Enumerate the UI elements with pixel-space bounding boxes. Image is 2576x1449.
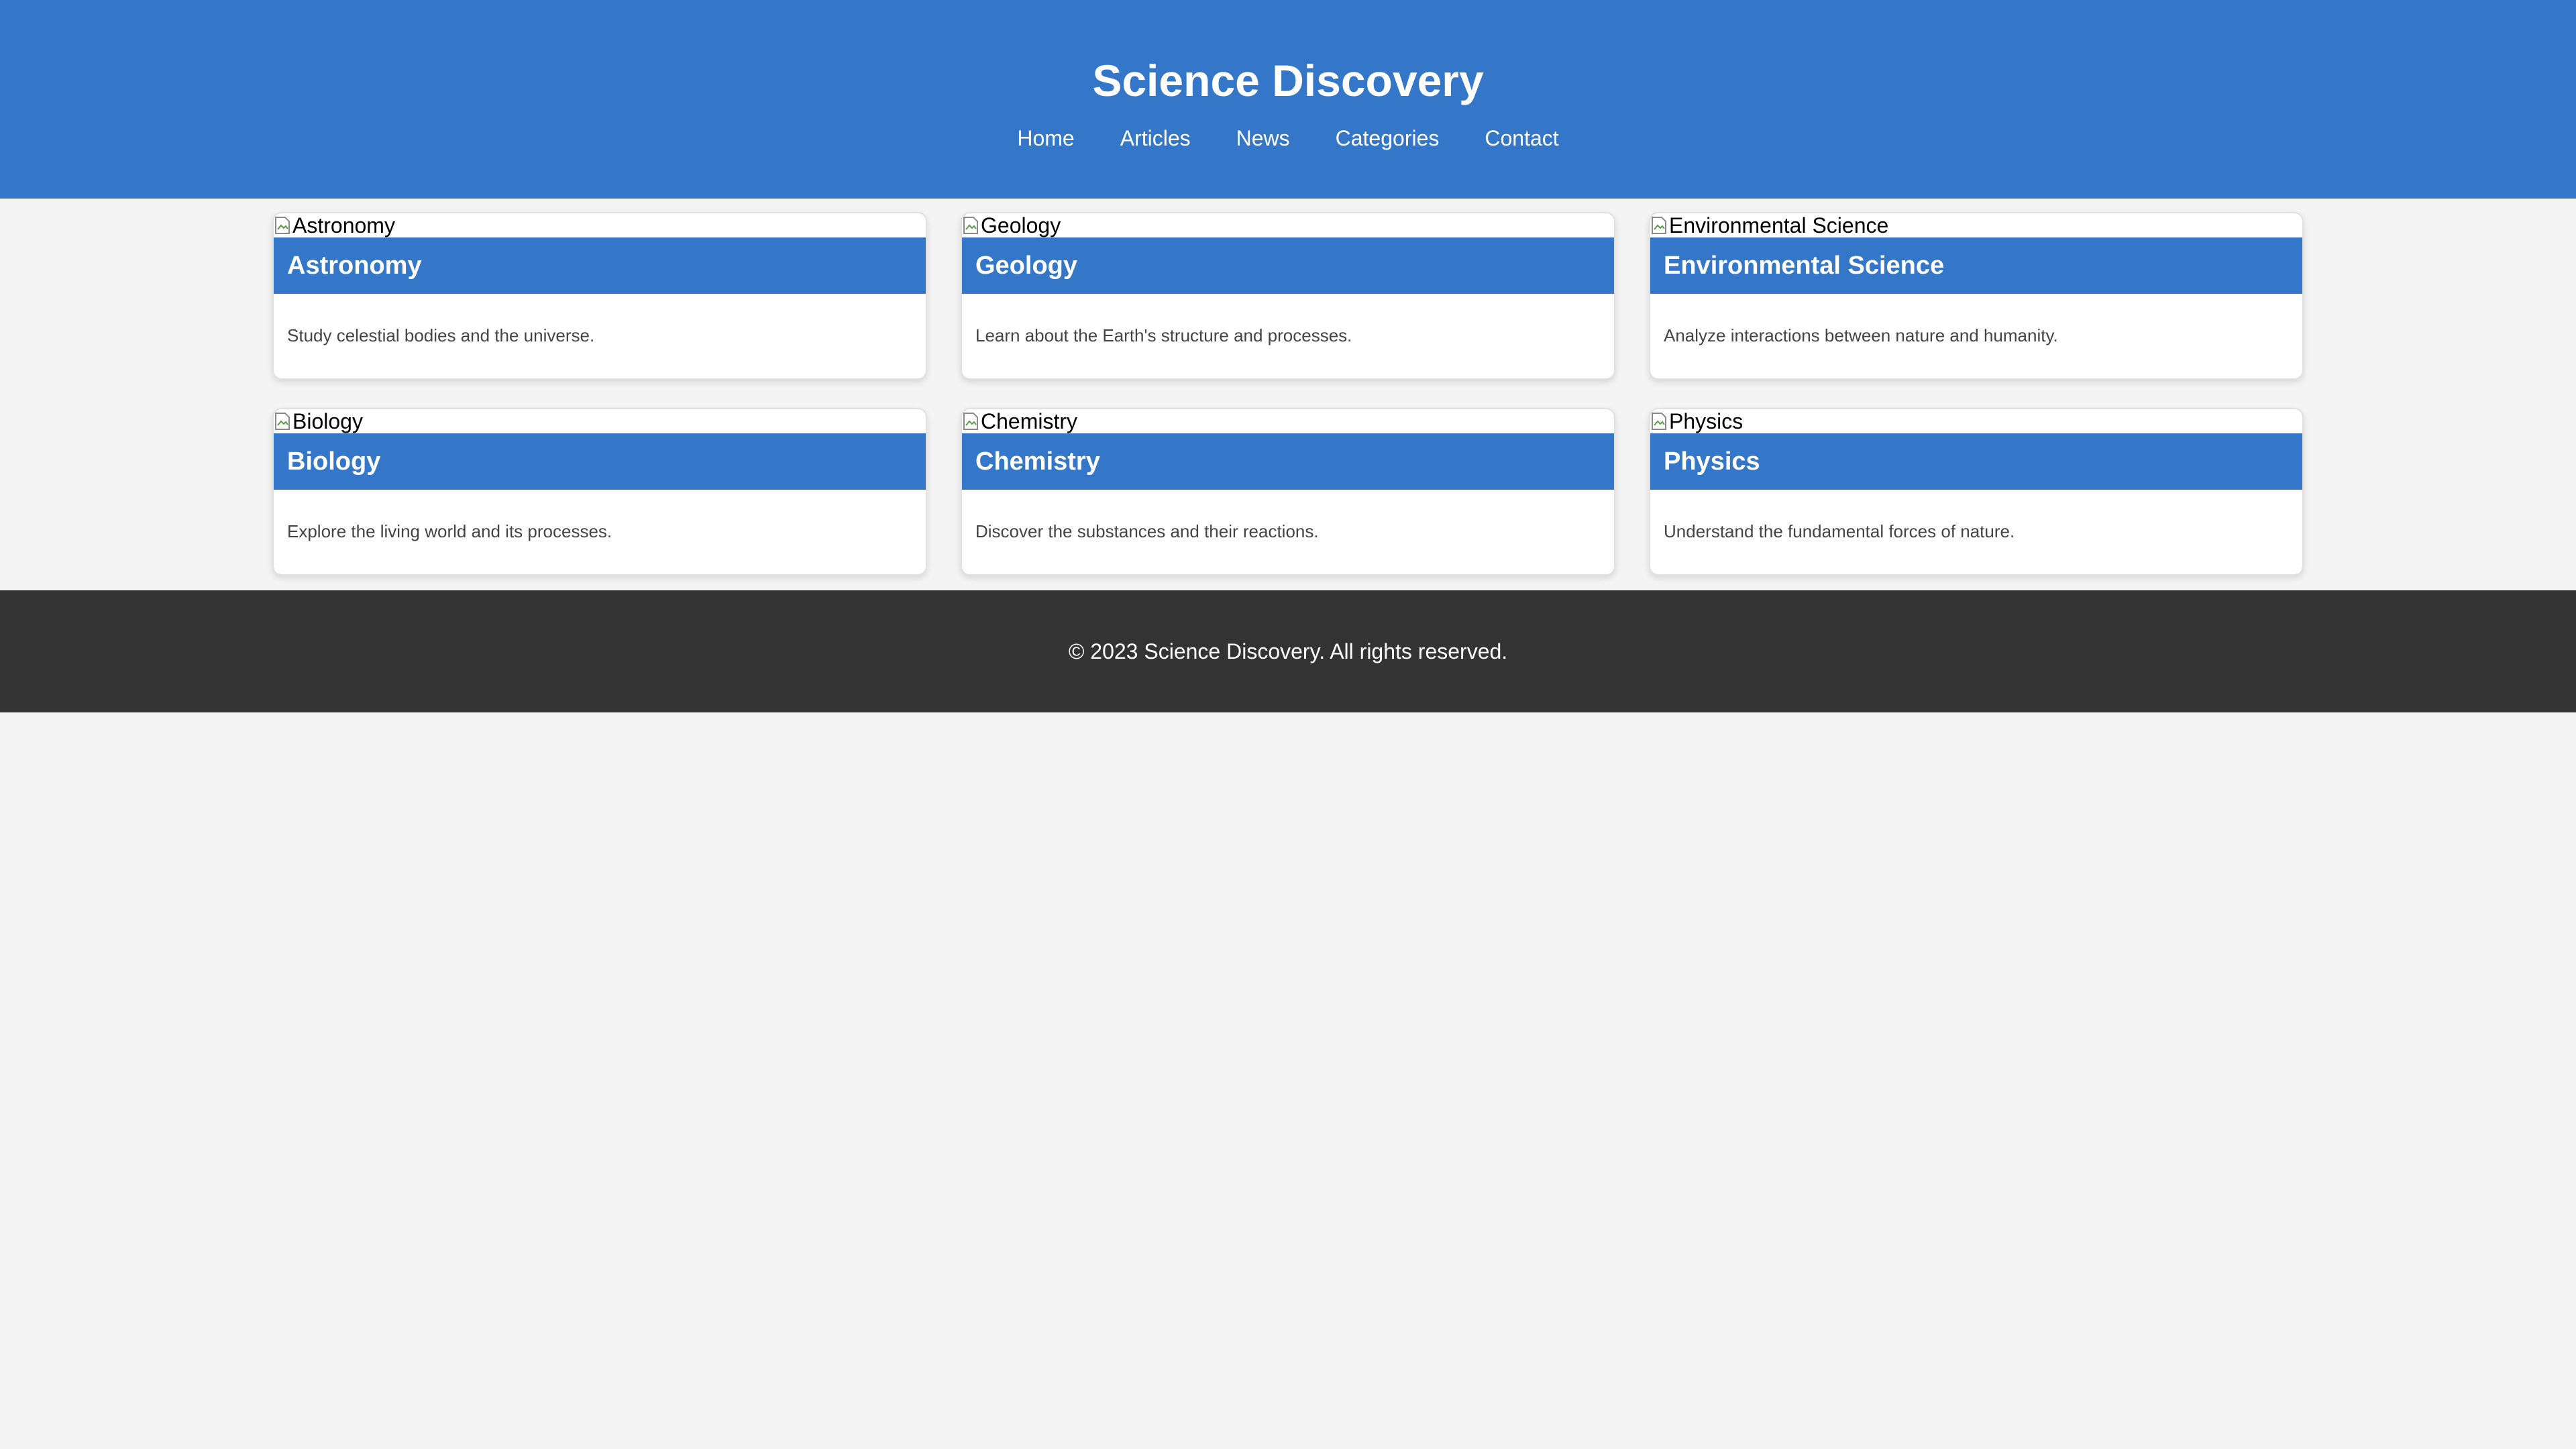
card-description: Explore the living world and its process…: [287, 521, 612, 541]
card-description: Understand the fundamental forces of nat…: [1664, 521, 2015, 541]
card-description: Analyze interactions between nature and …: [1664, 325, 2058, 345]
card-title: Chemistry: [962, 433, 1614, 490]
card-description: Study celestial bodies and the universe.: [287, 325, 595, 345]
card-description: Discover the substances and their reacti…: [975, 521, 1319, 541]
card-image-alt-text: Astronomy: [292, 213, 395, 237]
site-title: Science Discovery: [1092, 56, 1484, 105]
card-title: Geology: [962, 237, 1614, 294]
nav-link-contact[interactable]: Contact: [1485, 119, 1558, 157]
broken-image-icon: [1650, 215, 1669, 235]
card-image-alt-text: Biology: [292, 409, 363, 433]
card-image: Biology: [274, 409, 926, 433]
card-image-alt-text: Physics: [1669, 409, 1743, 433]
broken-image-icon: [962, 215, 981, 235]
broken-image-icon: [274, 215, 292, 235]
card-image: Chemistry: [962, 409, 1614, 433]
copyright-text: © 2023 Science Discovery. All rights res…: [1068, 639, 1508, 663]
category-grid: Astronomy Astronomy Study celestial bodi…: [0, 199, 2576, 590]
site-footer: © 2023 Science Discovery. All rights res…: [0, 590, 2576, 712]
card-title: Environmental Science: [1650, 237, 2302, 294]
card-image-alt-text: Environmental Science: [1669, 213, 1889, 237]
site-header: Science Discovery Home Articles News Cat…: [0, 0, 2576, 199]
main-nav: Home Articles News Categories Contact: [0, 119, 2576, 157]
nav-link-home[interactable]: Home: [1017, 119, 1074, 157]
card-title: Physics: [1650, 433, 2302, 490]
category-card-biology[interactable]: Biology Biology Explore the living world…: [272, 408, 927, 576]
nav-link-news[interactable]: News: [1236, 119, 1290, 157]
card-image-alt-text: Chemistry: [981, 409, 1078, 433]
nav-link-articles[interactable]: Articles: [1120, 119, 1191, 157]
card-image-alt-text: Geology: [981, 213, 1061, 237]
category-card-environmental-science[interactable]: Environmental Science Environmental Scie…: [1649, 212, 2304, 380]
category-card-geology[interactable]: Geology Geology Learn about the Earth's …: [961, 212, 1615, 380]
category-card-physics[interactable]: Physics Physics Understand the fundament…: [1649, 408, 2304, 576]
card-image: Environmental Science: [1650, 213, 2302, 237]
card-image: Geology: [962, 213, 1614, 237]
category-card-chemistry[interactable]: Chemistry Chemistry Discover the substan…: [961, 408, 1615, 576]
broken-image-icon: [962, 411, 981, 431]
card-description: Learn about the Earth's structure and pr…: [975, 325, 1352, 345]
card-image: Physics: [1650, 409, 2302, 433]
card-title: Astronomy: [274, 237, 926, 294]
card-title: Biology: [274, 433, 926, 490]
nav-link-categories[interactable]: Categories: [1336, 119, 1440, 157]
card-image: Astronomy: [274, 213, 926, 237]
broken-image-icon: [1650, 411, 1669, 431]
broken-image-icon: [274, 411, 292, 431]
category-card-astronomy[interactable]: Astronomy Astronomy Study celestial bodi…: [272, 212, 927, 380]
